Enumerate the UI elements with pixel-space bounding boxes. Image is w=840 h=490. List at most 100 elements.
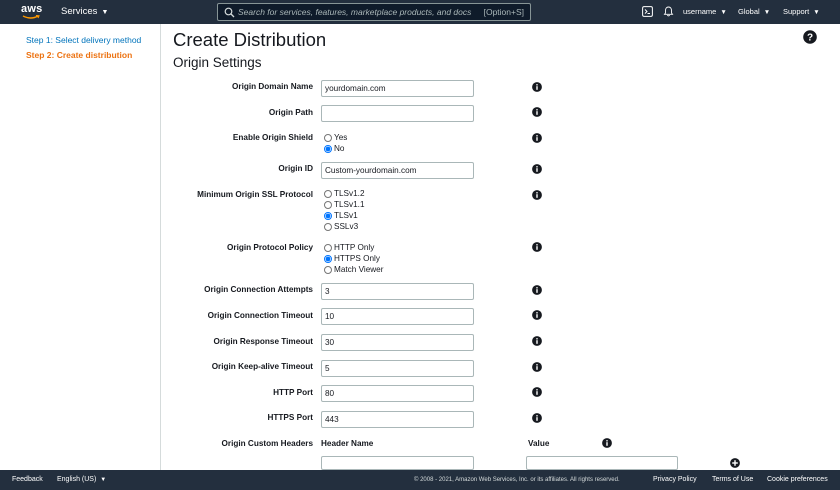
- ssl-tlsv11-radio[interactable]: [324, 200, 332, 209]
- policy-match-viewer-radio[interactable]: [324, 265, 332, 274]
- policy-match-viewer-option[interactable]: Match Viewer: [324, 264, 383, 275]
- ssl-sslv3-radio[interactable]: [324, 222, 332, 231]
- feedback-link[interactable]: Feedback: [12, 476, 43, 483]
- services-menu[interactable]: Services ▼: [61, 6, 108, 17]
- value-column-heading: Value: [528, 439, 550, 448]
- page-title: Create Distribution: [173, 29, 327, 50]
- policy-http-only-option[interactable]: HTTP Only: [324, 242, 374, 253]
- connection-attempts-input[interactable]: [321, 283, 474, 300]
- username-label: username: [683, 7, 717, 16]
- http-port-label: HTTP Port: [273, 388, 313, 397]
- search-input[interactable]: [238, 5, 498, 19]
- radio-label: Match Viewer: [334, 265, 384, 274]
- svg-text:?: ?: [807, 33, 813, 44]
- info-icon[interactable]: [532, 133, 542, 143]
- cookie-preferences-link[interactable]: Cookie preferences: [767, 476, 828, 483]
- enable-origin-shield-label: Enable Origin Shield: [232, 133, 313, 142]
- support-menu[interactable]: Support ▼: [783, 7, 820, 16]
- origin-protocol-policy-label: Origin Protocol Policy: [227, 243, 313, 252]
- help-icon[interactable]: ?: [803, 30, 817, 44]
- header-name-column-heading: Header Name: [321, 439, 374, 448]
- info-icon[interactable]: [532, 82, 542, 92]
- ssl-tlsv1-radio[interactable]: [324, 211, 332, 220]
- policy-https-only-radio[interactable]: [324, 254, 332, 263]
- search-shortcut: [Option+S]: [483, 7, 524, 17]
- info-icon[interactable]: [532, 413, 542, 423]
- privacy-policy-link[interactable]: Privacy Policy: [653, 476, 697, 483]
- section-title: Origin Settings: [173, 55, 262, 70]
- search-box[interactable]: [Option+S]: [217, 3, 531, 21]
- info-icon[interactable]: [532, 107, 542, 117]
- response-timeout-input[interactable]: [321, 334, 474, 351]
- http-port-input[interactable]: [321, 385, 474, 402]
- custom-headers-label: Origin Custom Headers: [221, 439, 313, 448]
- origin-shield-no-option[interactable]: No: [324, 143, 344, 154]
- add-circle-icon[interactable]: [730, 458, 740, 468]
- keepalive-timeout-input[interactable]: [321, 360, 474, 377]
- origin-domain-name-input[interactable]: [321, 80, 474, 97]
- min-ssl-protocol-label: Minimum Origin SSL Protocol: [197, 190, 313, 199]
- connection-timeout-input[interactable]: [321, 308, 474, 325]
- origin-shield-no-radio[interactable]: [324, 144, 332, 153]
- step-1-link[interactable]: Step 1: Select delivery method: [26, 35, 141, 45]
- policy-http-only-radio[interactable]: [324, 243, 332, 252]
- cloudshell-icon[interactable]: [642, 6, 653, 17]
- caret-down-icon: ▼: [100, 477, 107, 483]
- info-icon[interactable]: [532, 190, 542, 200]
- radio-label: TLSv1.2: [334, 189, 365, 198]
- caret-down-icon: ▼: [720, 9, 727, 16]
- header-value-input[interactable]: [526, 456, 678, 470]
- info-icon[interactable]: [532, 310, 542, 320]
- region-label: Global: [738, 7, 760, 16]
- radio-label: Yes: [334, 133, 348, 142]
- radio-label: No: [334, 144, 345, 153]
- caret-down-icon: ▼: [763, 9, 771, 16]
- info-icon[interactable]: [602, 438, 612, 448]
- search-icon: [224, 7, 235, 18]
- aws-logo[interactable]: aws: [21, 3, 43, 21]
- caret-down-icon: ▼: [101, 9, 109, 16]
- radio-label: TLSv1: [334, 211, 358, 220]
- bell-icon[interactable]: [663, 6, 674, 17]
- ssl-tlsv12-option[interactable]: TLSv1.2: [324, 188, 365, 199]
- origin-shield-yes-option[interactable]: Yes: [324, 132, 347, 143]
- info-icon[interactable]: [532, 242, 542, 252]
- https-port-label: HTTPS Port: [267, 413, 314, 422]
- https-port-input[interactable]: [321, 411, 474, 428]
- info-icon[interactable]: [532, 164, 542, 174]
- info-icon[interactable]: [532, 285, 542, 295]
- copyright-text: © 2008 - 2021, Amazon Web Services, Inc.…: [414, 477, 620, 483]
- radio-label: HTTP Only: [334, 243, 375, 252]
- ssl-tlsv1-option[interactable]: TLSv1: [324, 210, 358, 221]
- radio-label: HTTPS Only: [334, 254, 380, 263]
- radio-label: SSLv3: [334, 222, 359, 231]
- info-icon[interactable]: [532, 336, 542, 346]
- origin-path-label: Origin Path: [268, 108, 313, 117]
- step-2-current: Step 2: Create distribution: [26, 50, 133, 60]
- policy-https-only-option[interactable]: HTTPS Only: [324, 253, 380, 264]
- origin-shield-yes-radio[interactable]: [324, 133, 332, 142]
- header-name-input[interactable]: [321, 456, 474, 470]
- footer: Feedback English (US) ▼ © 2008 - 2021, Am…: [0, 470, 840, 490]
- language-selector[interactable]: English (US) ▼: [57, 476, 106, 483]
- caret-down-icon: ▼: [813, 9, 820, 16]
- radio-label: TLSv1.1: [334, 200, 365, 209]
- language-label: English (US): [57, 476, 97, 483]
- keepalive-timeout-label: Origin Keep-alive Timeout: [211, 362, 313, 371]
- ssl-tlsv12-radio[interactable]: [324, 189, 332, 198]
- services-label: Services: [61, 6, 98, 17]
- info-icon[interactable]: [532, 362, 542, 372]
- ssl-sslv3-option[interactable]: SSLv3: [324, 221, 358, 232]
- user-menu[interactable]: username ▼: [683, 7, 727, 16]
- region-menu[interactable]: Global ▼: [738, 7, 770, 16]
- origin-path-input[interactable]: [321, 105, 474, 122]
- aws-logo-text: aws: [21, 3, 43, 15]
- origin-id-input[interactable]: [321, 162, 474, 179]
- terms-of-use-link[interactable]: Terms of Use: [712, 476, 753, 483]
- aws-smile-icon: [22, 15, 40, 19]
- origin-id-label: Origin ID: [278, 164, 313, 173]
- ssl-tlsv11-option[interactable]: TLSv1.1: [324, 199, 365, 210]
- info-icon[interactable]: [532, 387, 542, 397]
- connection-attempts-label: Origin Connection Attempts: [204, 285, 313, 294]
- top-navigation: aws Services▼ [Option+S] username▼ Globa…: [0, 0, 840, 24]
